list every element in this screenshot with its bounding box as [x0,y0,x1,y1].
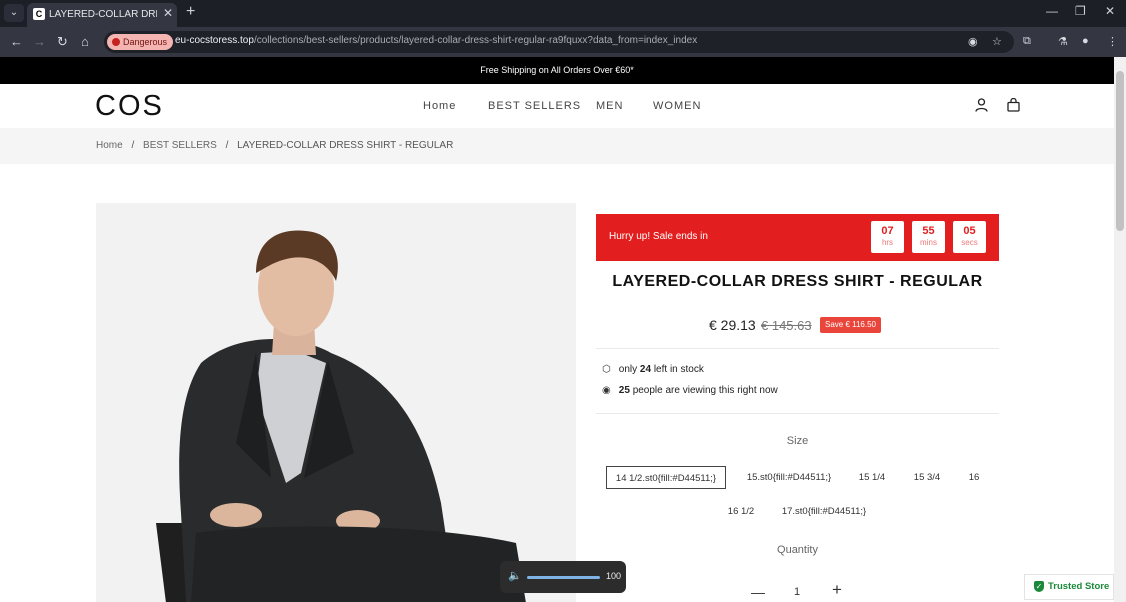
sale-text: Hurry up! Sale ends in [609,231,708,242]
reload-icon[interactable]: ↻ [57,34,68,50]
minimize-icon[interactable]: — [1046,4,1058,18]
volume-value: 100 [606,571,622,581]
account-icon[interactable] [975,98,988,115]
quantity-label: Quantity [777,544,818,556]
trusted-store-label: Trusted Store [1048,581,1110,592]
shield-check-icon: ✓ [1034,580,1044,592]
viewers-count: 25 [618,385,630,396]
url-path: /collections/best-sellers/products/layer… [253,35,698,46]
security-warning-chip[interactable]: Dangerous [107,34,174,50]
trusted-store-badge[interactable]: ✓ Trusted Store [1024,574,1114,600]
timer-minutes-unit: mins [920,238,937,247]
breadcrumb-separator: / [225,140,229,151]
forward-icon[interactable]: → [33,34,46,49]
timer-minutes: 55 mins [912,221,945,253]
browser-tab[interactable]: C LAYERED-COLLAR DRESS SHIRT - REGULAR ✕ [27,3,177,27]
tab-search-button[interactable]: ⌄ [4,4,24,22]
product-image[interactable] [96,203,576,602]
quantity-decrease-button[interactable]: — [751,584,765,600]
divider [596,413,999,414]
browser-tabstrip: ⌄ C LAYERED-COLLAR DRESS SHIRT - REGULAR… [0,0,1126,27]
price-row: € 29.13 € 145.63 Save € 116.50 [596,317,999,337]
nav-women[interactable]: WOMEN [653,100,701,112]
volume-slider[interactable] [527,576,600,579]
profile-icon[interactable]: ● [1082,35,1089,47]
stock-prefix: only [618,364,638,375]
home-icon[interactable]: ⌂ [81,34,89,49]
restore-icon[interactable]: ❐ [1075,4,1086,18]
timer-hours-value: 07 [881,225,894,237]
nav-best-sellers[interactable]: BEST SELLERS [488,100,581,112]
timer-seconds-unit: secs [961,238,978,247]
browser-toolbar: ← → ↻ ⌂ Dangerous eu-cocstoress.top/coll… [0,27,1126,57]
extensions-icon[interactable]: ⧉ [1023,35,1031,48]
size-option[interactable]: 15 1/4 [852,466,892,489]
timer-seconds-value: 05 [963,225,976,237]
breadcrumb: Home / BEST SELLERS / LAYERED-COLLAR DRE… [0,128,1114,164]
divider [596,348,999,349]
original-price: € 145.63 [761,318,812,333]
eye-icon: ◉ [602,385,611,396]
back-icon[interactable]: ← [10,34,23,49]
current-price: € 29.13 [709,317,756,333]
volume-overlay: 🔈 100 [500,561,626,593]
breadcrumb-category[interactable]: BEST SELLERS [143,140,217,151]
viewers-info: ◉ 25 people are viewing this right now [602,385,778,396]
size-option[interactable]: 15.st0{fill:#D44511;} [740,466,838,489]
site-favicon-icon: C [33,8,45,20]
size-label: Size [786,435,809,447]
product-title: LAYERED-COLLAR DRESS SHIRT - REGULAR [612,273,983,290]
web-page: Free Shipping on All Orders Over €60* CO… [0,57,1114,602]
menu-icon[interactable]: ⋮ [1107,35,1118,48]
sale-countdown-banner: Hurry up! Sale ends in 07 hrs 55 mins 05… [596,214,999,261]
nav-men[interactable]: MEN [596,100,623,112]
box-icon: ⬡ [602,364,611,375]
url-text[interactable]: eu-cocstoress.top/collections/best-selle… [175,35,697,46]
viewers-suffix: people are viewing this right now [632,385,778,396]
timer-hours: 07 hrs [871,221,904,253]
danger-icon [112,38,120,46]
speaker-icon: 🔈 [508,570,522,582]
breadcrumb-separator: / [131,140,135,151]
url-host: eu-cocstoress.top [175,35,254,46]
site-logo[interactable]: COS [95,90,164,123]
tab-title: LAYERED-COLLAR DRESS SHIRT - REGULAR [49,9,157,20]
close-window-icon[interactable]: ✕ [1105,4,1115,18]
labs-icon[interactable]: ⚗ [1058,35,1068,48]
save-badge: Save € 116.50 [820,317,882,333]
quantity-value[interactable]: 1 [794,586,800,598]
size-option[interactable]: 15 3/4 [906,466,948,489]
address-bar[interactable]: Dangerous eu-cocstoress.top/collections/… [104,31,1014,53]
page-scrollbar[interactable] [1114,57,1126,602]
size-option[interactable]: 16 1/2 [722,500,760,523]
size-option[interactable]: 14 1/2.st0{fill:#D44511;} [606,466,726,489]
stock-count: 24 [639,364,652,375]
new-tab-icon[interactable]: + [186,3,195,21]
timer-seconds: 05 secs [953,221,986,253]
breadcrumb-home[interactable]: Home [96,140,123,151]
announcement-bar: Free Shipping on All Orders Over €60* [0,57,1114,84]
site-header: COS Home BEST SELLERS MEN WOMEN [0,84,1114,128]
nav-home[interactable]: Home [423,100,456,112]
security-label: Dangerous [123,37,168,47]
size-option[interactable]: 16 [962,466,986,489]
timer-minutes-value: 55 [922,225,935,237]
tab-close-icon[interactable]: ✕ [163,6,173,20]
timer-hours-unit: hrs [881,238,894,247]
stock-suffix: left in stock [653,364,704,375]
stock-info: ⬡ only 24 left in stock [602,364,704,375]
size-option[interactable]: 17.st0{fill:#D44511;} [774,500,874,523]
breadcrumb-current: LAYERED-COLLAR DRESS SHIRT - REGULAR [237,140,454,151]
cart-bag-icon[interactable] [1007,97,1020,115]
scrollbar-thumb[interactable] [1116,71,1124,231]
quantity-increase-button[interactable]: + [832,580,842,600]
bookmark-star-icon[interactable]: ☆ [992,35,1002,48]
eye-off-icon[interactable]: ◉ [968,35,978,48]
